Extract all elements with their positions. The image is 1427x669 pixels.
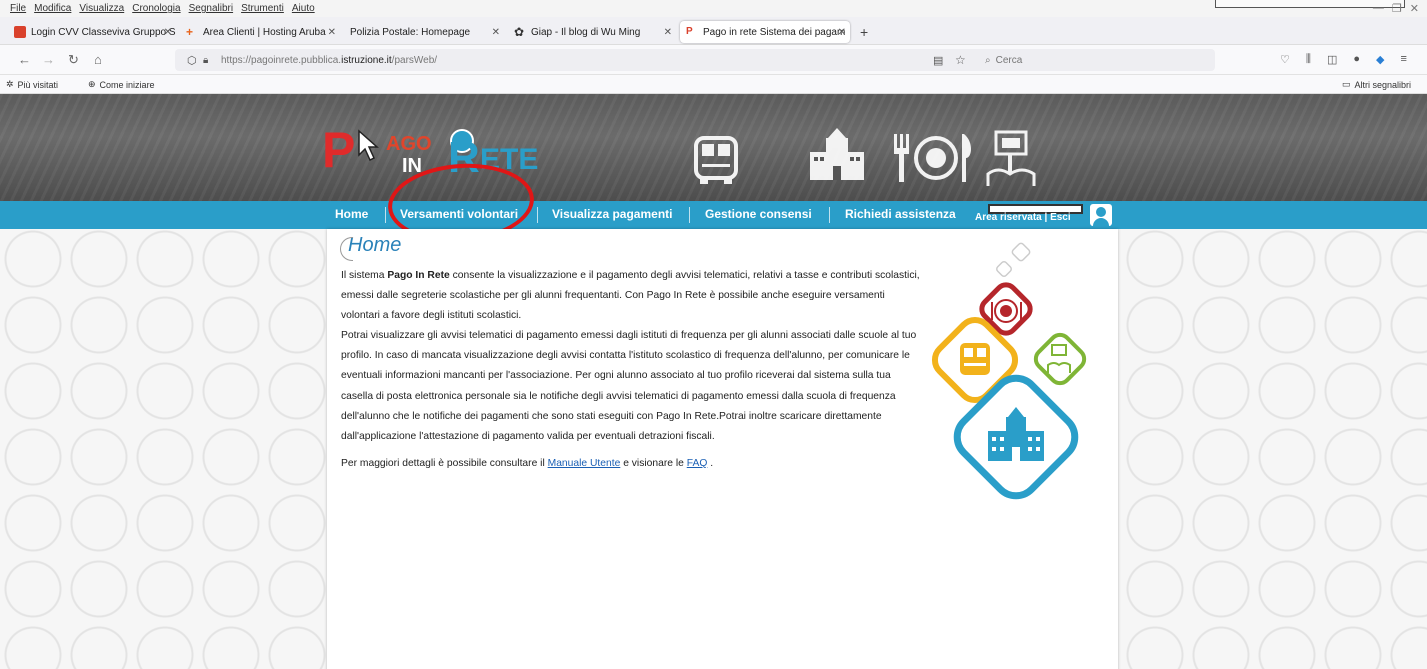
nav-divider	[689, 207, 690, 223]
nav-richiedi-assistenza[interactable]: Richiedi assistenza	[845, 207, 956, 221]
search-icon: ⌕	[985, 54, 991, 66]
tab-giap[interactable]: ✿ Giap - Il blog di Wu Ming ✕	[508, 21, 676, 43]
back-icon[interactable]: ←	[18, 52, 31, 67]
fork-plate-knife-icon	[894, 134, 971, 182]
bookmarks-toolbar: ✲ Più visitati ⊕ Come iniziare ▭ Altri s…	[0, 75, 1427, 94]
links-paragraph: Per maggiori dettagli è possibile consul…	[341, 457, 714, 469]
navigation-toolbar: ← → ↻ ⌂ ⬡ 🔒︎ https://pagoinrete.pubblica…	[0, 45, 1427, 75]
manuale-utente-link[interactable]: Manuale Utente	[548, 458, 621, 469]
close-tab-icon[interactable]: ✕	[492, 27, 500, 38]
site-banner: P AGO IN R ETE	[0, 94, 1427, 201]
nav-divider	[829, 207, 830, 223]
tab-label: Giap - Il blog di Wu Ming	[531, 26, 641, 38]
close-tab-icon[interactable]: ✕	[328, 27, 336, 38]
tab-pagoinrete[interactable]: P Pago in rete Sistema dei pagam ✕	[680, 21, 850, 43]
close-window-icon[interactable]: ✕	[1410, 2, 1419, 15]
menu-cronologia[interactable]: Cronologia	[132, 3, 180, 14]
menu-visualizza[interactable]: Visualizza	[79, 3, 124, 14]
main-content: Home Il sistema Pago In Rete consente la…	[327, 229, 1118, 669]
lock-icon[interactable]: 🔒︎	[203, 55, 208, 66]
menu-aiuto[interactable]: Aiuto	[292, 3, 315, 14]
menu-segnalibri[interactable]: Segnalibri	[189, 3, 233, 14]
address-bar[interactable]: ⬡ 🔒︎ https://pagoinrete.pubblica.istruzi…	[175, 49, 1215, 71]
tracking-shield-icon[interactable]: ⬡	[187, 54, 197, 67]
close-tab-icon[interactable]: ✕	[838, 27, 846, 38]
globe-icon: ⊕	[88, 79, 96, 89]
tab-aruba[interactable]: + Area Clienti | Hosting Aruba ✕	[180, 21, 340, 43]
school-icon	[810, 128, 864, 180]
web-page: P AGO IN R ETE Home Versamenti volontari…	[0, 94, 1427, 669]
bookmark-piu-visitati[interactable]: ✲ Più visitati	[6, 79, 58, 90]
new-tab-icon[interactable]: +	[860, 24, 868, 40]
bookmark-star-icon[interactable]: ☆	[955, 53, 966, 67]
tab-polizia[interactable]: Polizia Postale: Homepage ✕	[344, 21, 504, 43]
search-input[interactable]: ⌕ Cerca	[985, 49, 1215, 71]
pocket-icon[interactable]: ♡	[1280, 53, 1290, 66]
extension-icon[interactable]: ●	[1353, 53, 1360, 66]
nav-divider	[385, 207, 386, 223]
menu-file[interactable]: File	[10, 3, 26, 14]
menu-icon[interactable]: ≡	[1400, 53, 1406, 66]
cursor-arrow-icon	[356, 129, 382, 163]
minimize-icon[interactable]: —	[1373, 2, 1384, 15]
aruba-favicon-icon: +	[186, 25, 194, 39]
tab-label: Polizia Postale: Homepage	[350, 26, 471, 38]
giap-favicon-icon: ✿	[514, 25, 525, 39]
maximize-icon[interactable]: ❐	[1392, 2, 1402, 15]
menu-strumenti[interactable]: Strumenti	[241, 3, 284, 14]
bookmark-come-iniziare[interactable]: ⊕ Come iniziare	[88, 79, 155, 90]
gear-icon: ✲	[6, 79, 14, 89]
faq-link[interactable]: FAQ	[687, 458, 708, 469]
home-description: Il sistema Pago In Rete consente la visu…	[341, 266, 921, 474]
nav-gestione-consensi[interactable]: Gestione consensi	[705, 207, 812, 221]
toolbar-icons: ♡ ⫼ ◫ ● ◆ ≡	[1280, 53, 1407, 66]
menu-bar: File Modifica Visualizza Cronologia Segn…	[0, 0, 1427, 17]
classeviva-favicon-icon	[14, 26, 26, 38]
window-controls: — ❐ ✕	[1373, 2, 1419, 15]
intro-paragraph: Il sistema Pago In Rete consente la visu…	[341, 270, 920, 322]
page-title: Home	[340, 234, 401, 261]
nav-divider	[537, 207, 538, 223]
site-nav: Home Versamenti volontari Visualizza pag…	[0, 201, 1427, 229]
tab-label: Area Clienti | Hosting Aruba	[203, 26, 326, 38]
forward-icon[interactable]: →	[42, 52, 55, 67]
details-paragraph: Potrai visualizzare gli avvisi telematic…	[341, 330, 917, 442]
menu-modifica[interactable]: Modifica	[34, 3, 71, 14]
extension-drop-icon[interactable]: ◆	[1376, 53, 1384, 66]
close-tab-icon[interactable]: ✕	[664, 27, 672, 38]
close-tab-icon[interactable]: ✕	[164, 27, 172, 38]
home-icon[interactable]: ⌂	[94, 52, 102, 67]
reload-icon[interactable]: ↻	[68, 52, 79, 68]
reader-mode-icon[interactable]: ▤	[933, 54, 943, 67]
area-riservata-link[interactable]: Area riservata | Esci	[975, 212, 1071, 223]
bus-icon	[694, 136, 738, 184]
url-text: https://pagoinrete.pubblica.istruzione.i…	[221, 54, 438, 66]
library-icon[interactable]: ⫼	[1306, 53, 1311, 66]
services-illustration	[931, 242, 1087, 500]
nav-home[interactable]: Home	[335, 207, 368, 221]
tab-label: Pago in rete Sistema dei pagam	[703, 26, 846, 38]
bookmark-altri[interactable]: ▭ Altri segnalibri	[1342, 79, 1411, 90]
folder-icon: ▭	[1342, 79, 1351, 89]
user-avatar-icon[interactable]	[1090, 204, 1112, 226]
browser-window: File Modifica Visualizza Cronologia Segn…	[0, 0, 1427, 669]
sidebar-icon[interactable]: ◫	[1327, 53, 1337, 66]
tab-bar: Login CVV Classeviva Gruppo S ✕ + Area C…	[0, 17, 1427, 45]
nav-visualizza-pagamenti[interactable]: Visualizza pagamenti	[552, 207, 673, 221]
tab-label: Login CVV Classeviva Gruppo S	[31, 26, 176, 38]
pagoinrete-favicon-icon: P	[686, 26, 693, 37]
tab-classeviva[interactable]: Login CVV Classeviva Gruppo S ✕	[8, 21, 176, 43]
museum-icon	[986, 130, 1036, 186]
